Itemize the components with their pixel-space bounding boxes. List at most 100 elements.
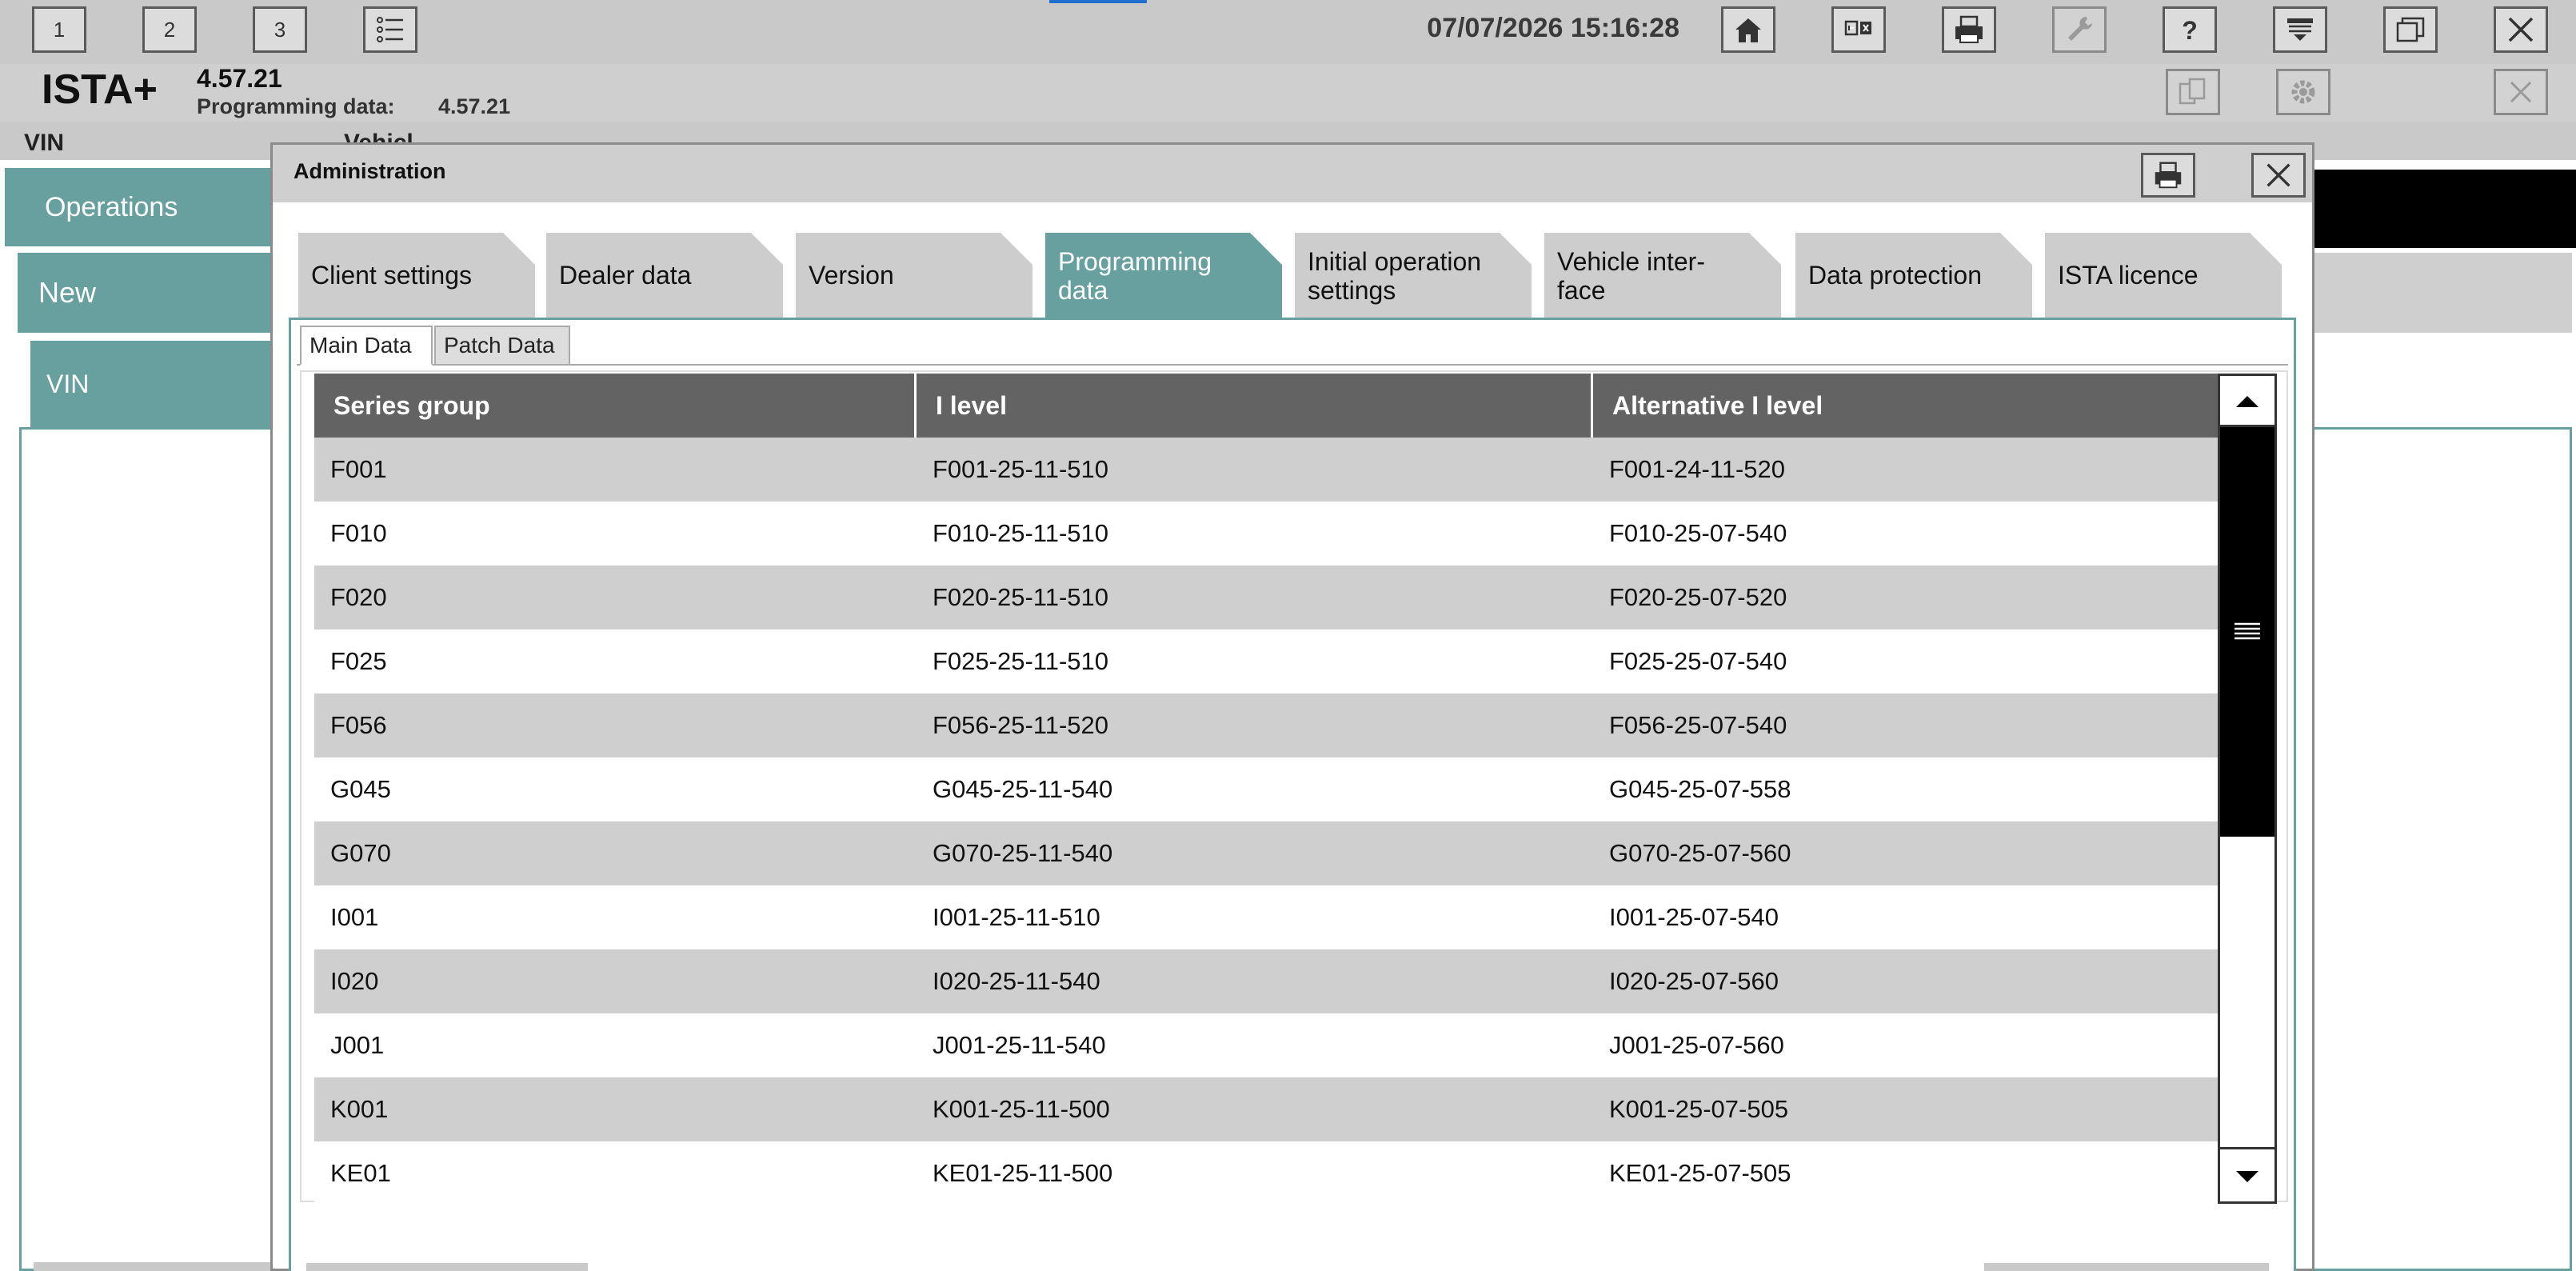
cell-i-level: KE01-25-11-500 xyxy=(933,1159,1113,1187)
column-header-i-level[interactable]: I level xyxy=(917,374,1593,438)
subtab-divider xyxy=(297,364,2288,366)
table-row[interactable]: F056 F056-25-11-520 F056-25-07-540 xyxy=(314,693,2221,757)
arrow-up-icon xyxy=(2236,395,2258,407)
svg-text:?: ? xyxy=(2182,16,2198,45)
column-header-alternative-i-level[interactable]: Alternative I level xyxy=(1593,374,2221,438)
tab-version[interactable]: Version xyxy=(796,233,1032,318)
settings-button[interactable] xyxy=(2276,69,2330,115)
dropdown-panel-button[interactable] xyxy=(2273,6,2327,53)
tab-new[interactable]: New xyxy=(18,253,277,333)
cell-alternative-i-level: K001-25-07-505 xyxy=(1609,1095,1789,1123)
cell-i-level: F010-25-11-510 xyxy=(933,519,1109,547)
help-button[interactable]: ? xyxy=(2163,6,2217,53)
dialog-close-button[interactable] xyxy=(2251,153,2306,198)
datetime-display: 07/07/2026 15:16:28 xyxy=(1427,13,1679,43)
dropdown-panel-icon xyxy=(2287,18,2313,41)
scroll-down-button[interactable] xyxy=(2220,1147,2274,1201)
right-subheader-bar xyxy=(2311,253,2572,333)
table-row[interactable]: I001 I001-25-11-510 I001-25-07-540 xyxy=(314,885,2221,949)
cell-i-level: J001-25-11-540 xyxy=(933,1031,1106,1059)
tab-ista-licence[interactable]: ISTA licence xyxy=(2045,233,2282,318)
dialog-left-button[interactable] xyxy=(306,1263,588,1271)
app-version: 4.57.21 xyxy=(197,64,282,93)
cell-series-group: I020 xyxy=(330,967,379,995)
cell-series-group: F001 xyxy=(330,455,387,483)
cell-series-group: F056 xyxy=(330,711,387,739)
cell-alternative-i-level: I020-25-07-560 xyxy=(1609,967,1779,995)
close-header-button[interactable] xyxy=(2494,69,2548,115)
tab-dealer-data[interactable]: Dealer data xyxy=(546,233,783,318)
print-button[interactable] xyxy=(1942,6,1996,53)
table-row[interactable]: KE01 KE01-25-11-500 KE01-25-07-505 xyxy=(314,1141,2221,1205)
table-row[interactable]: J001 J001-25-11-540 J001-25-07-560 xyxy=(314,1013,2221,1077)
cell-alternative-i-level: F056-25-07-540 xyxy=(1609,711,1787,739)
table-row[interactable]: F001 F001-25-11-510 F001-24-11-520 xyxy=(314,438,2221,502)
table-row[interactable]: G045 G045-25-11-540 G045-25-07-558 xyxy=(314,757,2221,821)
cell-series-group: F025 xyxy=(330,647,387,675)
screen-3-button[interactable]: 3 xyxy=(253,6,307,53)
table-row[interactable]: F020 F020-25-11-510 F020-25-07-520 xyxy=(314,566,2221,630)
tab-operations[interactable]: Operations xyxy=(5,168,277,246)
cell-series-group: I001 xyxy=(330,903,379,931)
table-row[interactable]: F010 F010-25-11-510 F010-25-07-540 xyxy=(314,502,2221,566)
arrow-down-icon xyxy=(2236,1170,2258,1182)
subtab-patch-data[interactable]: Patch Data xyxy=(434,326,570,366)
tab-vin[interactable]: VIN xyxy=(30,341,277,427)
wrench-icon xyxy=(2068,17,2092,41)
cell-series-group: F010 xyxy=(330,519,387,547)
screen-2-button[interactable]: 2 xyxy=(142,6,197,53)
cell-series-group: K001 xyxy=(330,1095,389,1123)
copy-button[interactable] xyxy=(2166,69,2220,115)
table-row[interactable]: G070 G070-25-11-540 G070-25-07-560 xyxy=(314,821,2221,885)
cell-series-group: G045 xyxy=(330,775,391,803)
table-row[interactable]: K001 K001-25-11-500 K001-25-07-505 xyxy=(314,1077,2221,1141)
cell-alternative-i-level: F010-25-07-540 xyxy=(1609,519,1787,547)
subtab-main-data[interactable]: Main Data xyxy=(300,326,433,366)
cell-alternative-i-level: F001-24-11-520 xyxy=(1609,455,1786,483)
scroll-thumb[interactable] xyxy=(2220,427,2274,837)
dialog-right-button[interactable] xyxy=(1984,1263,2269,1271)
cell-alternative-i-level: I001-25-07-540 xyxy=(1609,903,1779,931)
cell-alternative-i-level: F025-25-07-540 xyxy=(1609,647,1787,675)
table-row[interactable]: F025 F025-25-11-510 F025-25-07-540 xyxy=(314,630,2221,693)
gear-icon xyxy=(2291,80,2315,104)
dialog-print-button[interactable] xyxy=(2141,153,2195,198)
cell-series-group: F020 xyxy=(330,583,387,611)
cell-series-group: G070 xyxy=(330,839,391,867)
list-icon xyxy=(377,17,403,42)
scroll-up-button[interactable] xyxy=(2220,376,2274,427)
cell-alternative-i-level: J001-25-07-560 xyxy=(1609,1031,1784,1059)
grip-icon xyxy=(2235,622,2260,640)
home-button[interactable] xyxy=(1721,6,1775,53)
cell-i-level: G045-25-11-540 xyxy=(933,775,1113,803)
tab-client-settings[interactable]: Client settings xyxy=(298,233,535,318)
window-icon xyxy=(2396,17,2425,42)
cell-i-level: F025-25-11-510 xyxy=(933,647,1109,675)
cell-i-level: K001-25-11-500 xyxy=(933,1095,1110,1123)
tab-initial-operation-settings[interactable]: Initial operation settings xyxy=(1295,233,1532,318)
cell-i-level: F001-25-11-510 xyxy=(933,455,1109,483)
cell-i-level: F020-25-11-510 xyxy=(933,583,1109,611)
programming-data-value: 4.57.21 xyxy=(438,94,511,118)
window-button[interactable] xyxy=(2383,6,2438,53)
cell-i-level: F056-25-11-520 xyxy=(933,711,1109,739)
left-content-panel xyxy=(19,427,277,1271)
close-app-button[interactable] xyxy=(2494,6,2548,53)
list-button[interactable] xyxy=(363,6,417,53)
copy-icon xyxy=(2179,78,2206,105)
table-row[interactable]: I020 I020-25-11-540 I020-25-07-560 xyxy=(314,949,2221,1013)
vin-label: VIN xyxy=(24,130,65,156)
background-button[interactable] xyxy=(34,1262,274,1271)
table-scrollbar[interactable] xyxy=(2218,374,2277,1204)
right-header-bar xyxy=(2311,170,2576,248)
compare-button[interactable] xyxy=(1831,6,1886,53)
workshop-button[interactable] xyxy=(2052,6,2107,53)
screen-1-button[interactable]: 1 xyxy=(32,6,86,53)
table-body: F001 F001-25-11-510 F001-24-11-520 F010 F010… xyxy=(314,438,2221,1205)
tab-vehicle-interface[interactable]: Vehicle inter- face xyxy=(1544,233,1781,318)
close-icon xyxy=(2508,17,2534,42)
tab-data-protection[interactable]: Data protection xyxy=(1795,233,2032,318)
programming-data-label: Programming data: xyxy=(197,94,395,118)
tab-programming-data[interactable]: Programming data xyxy=(1045,233,1282,318)
column-header-series-group[interactable]: Series group xyxy=(314,374,917,438)
